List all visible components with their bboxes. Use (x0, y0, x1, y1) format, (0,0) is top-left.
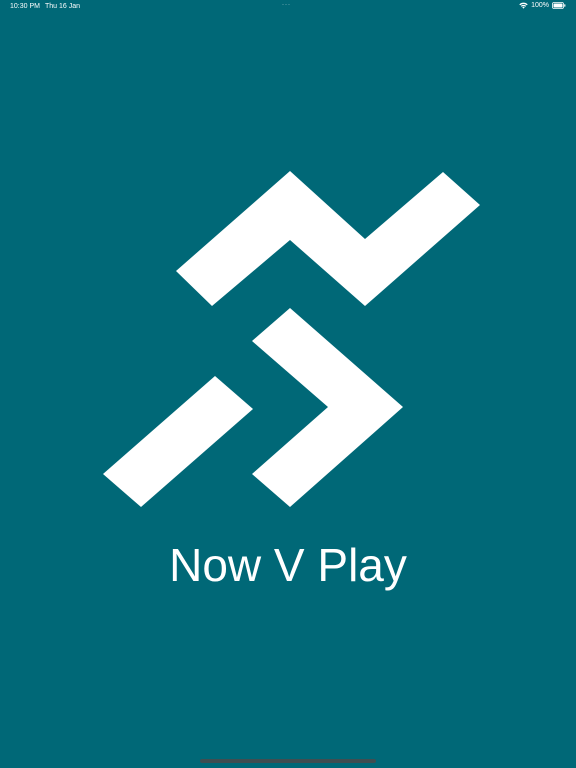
logo-zigzag-shape (176, 171, 480, 306)
logo-dash-shape (103, 376, 253, 507)
home-indicator[interactable] (200, 759, 376, 763)
app-name: Now V Play (169, 539, 407, 591)
logo-chevron-shape (252, 308, 403, 507)
now-v-play-logo (103, 171, 480, 507)
